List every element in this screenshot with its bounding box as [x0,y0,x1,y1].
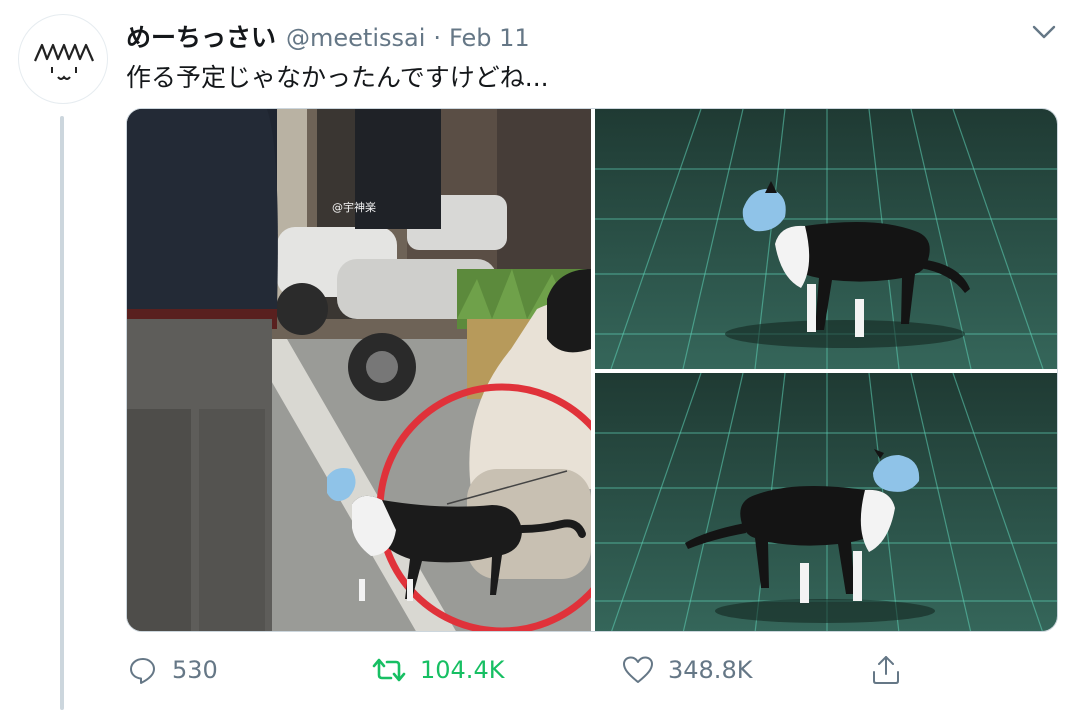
figure-photo-1[interactable] [595,109,1057,369]
tweet-date[interactable]: Feb 11 [449,24,530,52]
media-grid: @宇神楽 [126,108,1058,632]
tweet-header: めーちっさい @meetissai · Feb 11 [126,18,530,52]
hand-drawn-face-icon [33,43,95,80]
separator-dot: · [433,24,442,52]
share-button[interactable] [870,648,902,692]
handle[interactable]: @meetissai [286,24,425,52]
like-button[interactable]: 348.8K [622,648,752,692]
like-count: 348.8K [668,656,753,684]
tweet-menu-button[interactable] [1028,18,1060,46]
heart-icon [623,656,653,683]
reply-icon [130,658,155,684]
reply-button[interactable]: 530 [128,648,218,692]
retweet-count: 104.4K [420,656,505,684]
tweet-text: 作る予定じゃなかったんですけどね... [126,63,549,92]
figure-photo-2[interactable] [595,373,1057,631]
thread-line [60,116,64,710]
retweet-icon [372,658,406,682]
avatar[interactable] [18,14,108,104]
photo-watermark: @宇神楽 [332,200,376,214]
reply-count: 530 [172,656,218,684]
street-photo[interactable]: @宇神楽 [127,109,591,631]
share-icon [873,656,899,684]
display-name[interactable]: めーちっさい [126,18,276,54]
retweet-button[interactable]: 104.4K [372,648,504,692]
chevron-down-icon [1032,25,1056,39]
